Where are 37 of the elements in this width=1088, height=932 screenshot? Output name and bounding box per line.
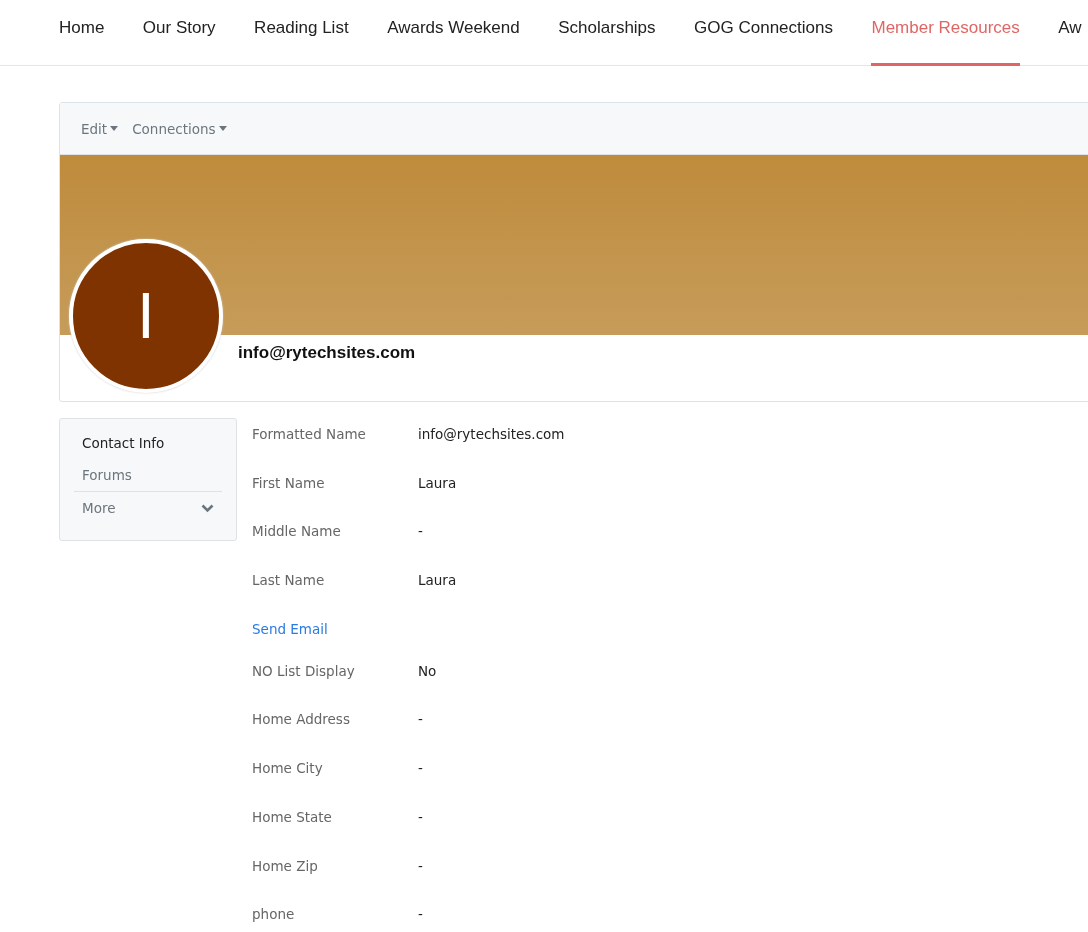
field-label: Last Name (252, 572, 326, 589)
field-label: NO List Display (252, 662, 356, 679)
caret-icon (110, 126, 119, 131)
field-value: - (418, 906, 423, 923)
field-label: phone (252, 906, 296, 923)
field-value: - (418, 760, 423, 777)
field-value: Laura (418, 474, 457, 491)
field-label: Home Zip (252, 857, 319, 874)
nav-link[interactable]: Our Story (142, 0, 216, 66)
field-label: Home State (252, 808, 333, 825)
field-value: No (418, 662, 437, 679)
field-label: First Name (252, 474, 326, 491)
field-value: - (418, 857, 423, 874)
send-email-link[interactable]: Send Email (252, 620, 328, 637)
field-value: - (418, 523, 423, 540)
field-label: Home City (252, 760, 324, 777)
field-value: Laura (418, 572, 457, 589)
nav-link[interactable]: Reading List (254, 0, 349, 66)
nav-link[interactable]: Scholarships (558, 0, 656, 66)
field-value: - (418, 808, 423, 825)
field-label: Formatted Name (252, 426, 367, 442)
sidebar-item[interactable]: Forums (74, 459, 222, 491)
nav-link[interactable]: Home (59, 0, 105, 66)
dropdown-menu-button[interactable]: Connections (132, 120, 227, 137)
caret-icon (218, 126, 227, 131)
nav-link[interactable]: Aw (1058, 0, 1082, 66)
sidebar-item[interactable]: More (74, 492, 222, 524)
chevron-down-icon (201, 503, 214, 513)
dropdown-menu-button[interactable]: Edit (81, 120, 119, 137)
field-value: info@rytechsites.com (418, 426, 565, 442)
field-label: Home Address (252, 711, 351, 728)
sidebar-item[interactable]: Contact Info (74, 427, 222, 459)
nav-link[interactable]: Awards Weekend (387, 0, 520, 66)
profile-name: info@rytechsites.com (238, 343, 416, 363)
field-value: - (418, 711, 423, 728)
nav-link[interactable]: GOG Connections (694, 0, 833, 66)
field-label: Middle Name (252, 523, 342, 540)
